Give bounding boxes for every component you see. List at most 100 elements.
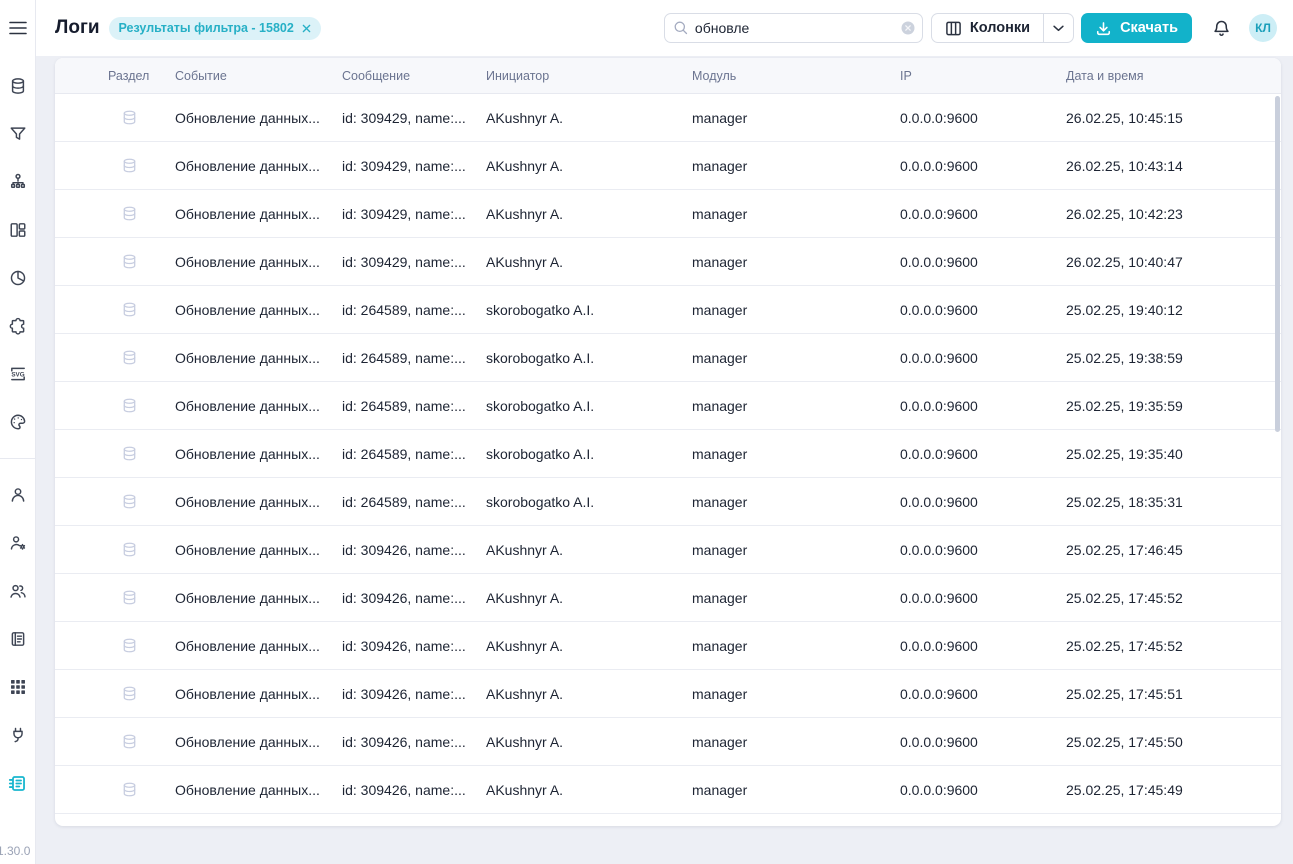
cell-initiator: AKushnyr A. bbox=[486, 590, 692, 606]
cell-section bbox=[55, 541, 175, 558]
table-row[interactable]: Обновление данных... id: 264589, name:..… bbox=[55, 334, 1281, 382]
user-avatar[interactable]: КЛ bbox=[1249, 14, 1277, 42]
table-row[interactable]: Обновление данных... id: 309426, name:..… bbox=[55, 526, 1281, 574]
topbar: Логи Результаты фильтра - 15802 bbox=[36, 0, 1293, 56]
cell-message: id: 309426, name:... bbox=[342, 542, 486, 558]
table-row[interactable]: Обновление данных... id: 309429, name:..… bbox=[55, 142, 1281, 190]
sidebar-item-users[interactable] bbox=[6, 579, 30, 603]
column-header-section[interactable]: Раздел bbox=[55, 69, 175, 83]
column-header-message[interactable]: Сообщение bbox=[342, 69, 486, 83]
cell-message: id: 309426, name:... bbox=[342, 590, 486, 606]
cell-module: manager bbox=[692, 590, 900, 606]
sidebar-item-sitemap[interactable] bbox=[6, 170, 30, 194]
sidebar-item-puzzle[interactable] bbox=[6, 314, 30, 338]
cell-datetime: 26.02.25, 10:45:15 bbox=[1066, 110, 1281, 126]
table-row[interactable]: Обновление данных... id: 264589, name:..… bbox=[55, 382, 1281, 430]
sidebar-item-journal[interactable] bbox=[6, 627, 30, 651]
apps-grid-icon bbox=[9, 678, 27, 696]
cell-initiator: skorobogatko A.I. bbox=[486, 302, 692, 318]
cell-datetime: 25.02.25, 19:35:59 bbox=[1066, 398, 1281, 414]
cell-module: manager bbox=[692, 542, 900, 558]
filter-results-label: Результаты фильтра - 15802 bbox=[119, 21, 294, 35]
cell-ip: 0.0.0.0:9600 bbox=[900, 686, 1066, 702]
table-row[interactable]: Обновление данных... id: 309429, name:..… bbox=[55, 238, 1281, 286]
chip-close-button[interactable] bbox=[302, 24, 311, 33]
svg-text:SVG: SVG bbox=[11, 371, 24, 378]
cell-datetime: 25.02.25, 17:45:51 bbox=[1066, 686, 1281, 702]
columns-dropdown-button[interactable] bbox=[1043, 14, 1073, 42]
sidebar-item-logs[interactable] bbox=[6, 771, 30, 795]
sidebar-divider bbox=[0, 458, 36, 459]
cell-event: Обновление данных... bbox=[175, 302, 342, 318]
cell-datetime: 25.02.25, 17:46:45 bbox=[1066, 542, 1281, 558]
cell-ip: 0.0.0.0:9600 bbox=[900, 254, 1066, 270]
download-button[interactable]: Скачать bbox=[1081, 13, 1192, 43]
sidebar-item-plug[interactable] bbox=[6, 723, 30, 747]
table-row[interactable]: Обновление данных... id: 309429, name:..… bbox=[55, 94, 1281, 142]
x-icon bbox=[302, 24, 311, 33]
cell-event: Обновление данных... bbox=[175, 734, 342, 750]
cell-message: id: 309429, name:... bbox=[342, 110, 486, 126]
cell-section bbox=[55, 445, 175, 462]
table-row[interactable]: Обновление данных... id: 264589, name:..… bbox=[55, 478, 1281, 526]
cell-datetime: 25.02.25, 17:45:52 bbox=[1066, 590, 1281, 606]
sidebar-item-apps-grid[interactable] bbox=[6, 675, 30, 699]
cell-ip: 0.0.0.0:9600 bbox=[900, 590, 1066, 606]
search-box bbox=[664, 13, 923, 43]
clear-search-button[interactable] bbox=[901, 21, 915, 35]
cell-event: Обновление данных... bbox=[175, 110, 342, 126]
sidebar-item-svg[interactable]: SVG bbox=[6, 362, 30, 386]
cell-initiator: AKushnyr A. bbox=[486, 638, 692, 654]
table-row[interactable]: Обновление данных... id: 264589, name:..… bbox=[55, 286, 1281, 334]
database-icon bbox=[121, 733, 138, 750]
sidebar-item-user[interactable] bbox=[6, 483, 30, 507]
columns-button[interactable]: Колонки bbox=[932, 14, 1043, 42]
app-screen: SVG bbox=[0, 0, 1293, 864]
sidebar-item-database[interactable] bbox=[6, 74, 30, 98]
column-header-initiator[interactable]: Инициатор bbox=[486, 69, 692, 83]
cell-ip: 0.0.0.0:9600 bbox=[900, 734, 1066, 750]
table-row[interactable]: Обновление данных... id: 264589, name:..… bbox=[55, 430, 1281, 478]
sitemap-icon bbox=[9, 173, 27, 191]
cell-section bbox=[55, 685, 175, 702]
cell-datetime: 25.02.25, 17:45:52 bbox=[1066, 638, 1281, 654]
user-icon bbox=[9, 486, 27, 504]
table-row[interactable]: Обновление данных... id: 309429, name:..… bbox=[55, 190, 1281, 238]
columns-button-label: Колонки bbox=[970, 20, 1030, 36]
cell-initiator: skorobogatko A.I. bbox=[486, 398, 692, 414]
table-scrollbar[interactable] bbox=[1275, 96, 1280, 432]
column-header-event[interactable]: Событие bbox=[175, 69, 342, 83]
table-row[interactable]: Обновление данных... id: 309426, name:..… bbox=[55, 718, 1281, 766]
cell-ip: 0.0.0.0:9600 bbox=[900, 350, 1066, 366]
cell-module: manager bbox=[692, 158, 900, 174]
sidebar-item-filter[interactable] bbox=[6, 122, 30, 146]
cell-event: Обновление данных... bbox=[175, 782, 342, 798]
column-header-ip[interactable]: IP bbox=[900, 69, 1066, 83]
column-header-datetime[interactable]: Дата и время bbox=[1066, 69, 1281, 83]
cell-ip: 0.0.0.0:9600 bbox=[900, 110, 1066, 126]
cell-event: Обновление данных... bbox=[175, 542, 342, 558]
table-row[interactable]: Обновление данных... id: 309426, name:..… bbox=[55, 574, 1281, 622]
filter-icon bbox=[9, 125, 27, 143]
table-row[interactable]: Обновление данных... id: 309426, name:..… bbox=[55, 670, 1281, 718]
table-row[interactable]: Обновление данных... id: 309426, name:..… bbox=[55, 766, 1281, 814]
cell-initiator: AKushnyr A. bbox=[486, 206, 692, 222]
menu-toggle-button[interactable] bbox=[6, 16, 30, 40]
column-header-module[interactable]: Модуль bbox=[692, 69, 900, 83]
sidebar-item-palette[interactable] bbox=[6, 410, 30, 434]
table-row[interactable]: Обновление данных... id: 309426, name:..… bbox=[55, 622, 1281, 670]
database-icon bbox=[121, 397, 138, 414]
puzzle-icon bbox=[9, 317, 27, 335]
cell-message: id: 309426, name:... bbox=[342, 638, 486, 654]
search-input[interactable] bbox=[664, 13, 923, 43]
sidebar-item-layout[interactable] bbox=[6, 218, 30, 242]
cell-module: manager bbox=[692, 206, 900, 222]
notifications-button[interactable] bbox=[1209, 16, 1233, 40]
cell-ip: 0.0.0.0:9600 bbox=[900, 398, 1066, 414]
cell-initiator: AKushnyr A. bbox=[486, 110, 692, 126]
database-icon bbox=[121, 301, 138, 318]
cell-message: id: 309429, name:... bbox=[342, 158, 486, 174]
sidebar-item-pie-chart[interactable] bbox=[6, 266, 30, 290]
sidebar-item-user-settings[interactable] bbox=[6, 531, 30, 555]
cell-section bbox=[55, 157, 175, 174]
